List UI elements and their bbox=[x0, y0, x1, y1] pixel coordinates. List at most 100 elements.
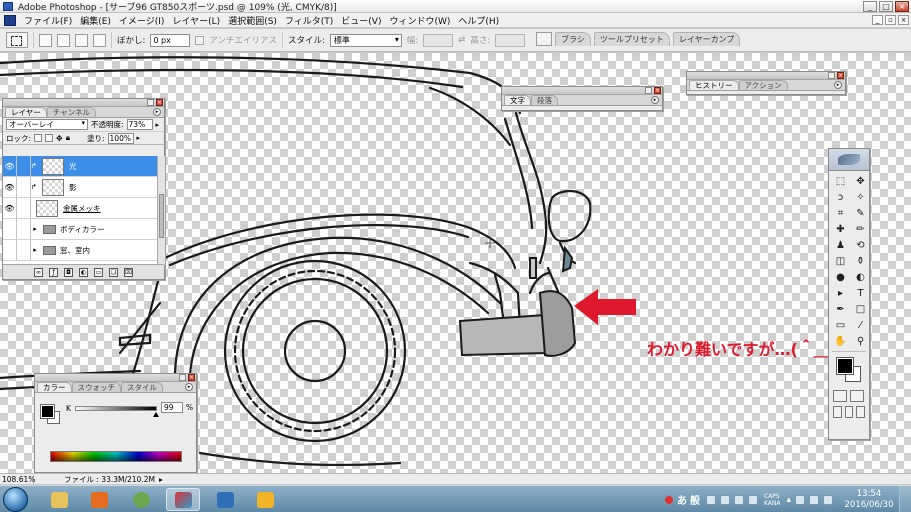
tool-preset-picker[interactable] bbox=[6, 32, 28, 48]
tab-layers[interactable]: レイヤー bbox=[5, 107, 47, 117]
magic-wand-icon[interactable]: ✧ bbox=[852, 190, 869, 205]
ime-conversion[interactable]: 般 bbox=[690, 492, 700, 507]
palette-close-button[interactable]: × bbox=[156, 99, 163, 106]
add-selection-button[interactable] bbox=[57, 33, 70, 47]
tab-history[interactable]: ヒストリー bbox=[689, 80, 739, 90]
file-browser-icon[interactable] bbox=[536, 32, 552, 46]
zoom-level[interactable]: 108.61% bbox=[0, 474, 35, 484]
ime-icon[interactable] bbox=[663, 494, 674, 505]
palette-titlebar[interactable]: × bbox=[502, 87, 662, 95]
new-layer-icon[interactable]: ❏ bbox=[109, 267, 118, 277]
menu-help[interactable]: ヘルプ(H) bbox=[454, 14, 503, 27]
eye-icon[interactable]: 👁︎ bbox=[3, 156, 17, 177]
layer-mask-icon[interactable]: ◘ bbox=[64, 267, 73, 277]
k-slider-handle[interactable] bbox=[153, 412, 160, 417]
new-selection-button[interactable] bbox=[39, 33, 52, 47]
tab-color[interactable]: カラー bbox=[37, 382, 72, 392]
new-group-icon[interactable]: ▭ bbox=[94, 267, 103, 277]
fill-input[interactable]: 100% bbox=[107, 132, 134, 144]
marquee-icon[interactable]: ⬚ bbox=[832, 174, 849, 189]
intersect-selection-button[interactable] bbox=[93, 33, 106, 47]
dodge-icon[interactable]: ◐ bbox=[852, 270, 869, 285]
expand-triangle-icon[interactable]: ▸ bbox=[31, 246, 39, 254]
layer-group-row[interactable]: ▸ ボディカラー bbox=[3, 218, 157, 240]
layer-group-row[interactable]: ▸ 窓、室内 bbox=[3, 239, 157, 261]
screen-mode-full-menu-button[interactable] bbox=[844, 406, 854, 418]
palette-menu-icon[interactable]: ▸ bbox=[834, 81, 842, 89]
width-input[interactable] bbox=[423, 33, 454, 47]
crop-icon[interactable]: ⌗ bbox=[832, 206, 849, 221]
eye-cell-empty[interactable] bbox=[3, 239, 17, 261]
show-desktop-button[interactable] bbox=[899, 486, 911, 512]
bucket-icon[interactable]: ⚱ bbox=[852, 254, 869, 269]
standard-mode-button[interactable] bbox=[833, 390, 847, 402]
palette-close-button[interactable]: × bbox=[654, 87, 661, 94]
doc-minimize-button[interactable]: _ bbox=[872, 15, 883, 25]
tab-paragraph[interactable]: 段落 bbox=[531, 95, 558, 105]
palette-menu-icon[interactable]: ▸ bbox=[651, 96, 659, 104]
feather-input[interactable]: 0 px bbox=[150, 33, 191, 47]
layer-row[interactable]: 👁︎ ↱ 光 bbox=[3, 156, 157, 177]
tab-swatches[interactable]: スウォッチ bbox=[71, 382, 121, 392]
menu-layer[interactable]: レイヤー(L) bbox=[168, 14, 224, 27]
palette-titlebar[interactable]: × bbox=[3, 99, 164, 107]
color-ramp[interactable] bbox=[50, 451, 182, 462]
tab-channels[interactable]: チャンネル bbox=[46, 107, 97, 117]
menu-edit[interactable]: 編集(E) bbox=[76, 14, 115, 27]
doc-restore-button[interactable]: ▫ bbox=[885, 15, 896, 25]
link-layers-icon[interactable]: ∞ bbox=[34, 267, 43, 277]
hand-icon[interactable]: ✋ bbox=[832, 334, 849, 349]
brush-icon[interactable]: ✏ bbox=[852, 222, 869, 237]
foreground-color-swatch[interactable] bbox=[836, 357, 854, 375]
photoshop-menu-icon[interactable] bbox=[4, 14, 16, 26]
ime-bar[interactable]: あ 般 bbox=[658, 492, 700, 507]
palette-minimize-button[interactable] bbox=[645, 87, 652, 94]
layer-row[interactable]: 👁︎ 金属メッキ bbox=[3, 197, 157, 219]
ime-mode[interactable]: あ bbox=[677, 492, 687, 507]
lock-image-icon[interactable] bbox=[45, 134, 54, 142]
menu-image[interactable]: イメージ(I) bbox=[115, 14, 169, 27]
subtract-selection-button[interactable] bbox=[75, 33, 88, 47]
menu-filter[interactable]: フィルタ(T) bbox=[281, 14, 337, 27]
screen-mode-full-button[interactable] bbox=[856, 406, 866, 418]
style-select[interactable]: 標準 bbox=[329, 33, 402, 47]
history-brush-icon[interactable]: ⟲ bbox=[852, 238, 869, 253]
layer-scrollbar[interactable] bbox=[157, 156, 165, 265]
tray-icon[interactable] bbox=[705, 494, 716, 505]
adjustment-layer-icon[interactable]: ◐ bbox=[79, 267, 88, 277]
eraser-icon[interactable]: ◫ bbox=[832, 254, 849, 269]
blur-icon[interactable]: ● bbox=[832, 270, 849, 285]
chevron-up-icon[interactable]: ▴ bbox=[786, 495, 791, 505]
antialias-checkbox[interactable] bbox=[195, 35, 205, 45]
expand-triangle-icon[interactable]: ▸ bbox=[31, 225, 39, 233]
swap-icon[interactable]: ⇄ bbox=[458, 35, 465, 45]
taskbar-media-player[interactable] bbox=[82, 488, 116, 511]
minimize-button[interactable]: _ bbox=[863, 1, 877, 12]
opacity-slider-icon[interactable]: ▸ bbox=[156, 121, 160, 129]
layer-style-icon[interactable]: ƒ bbox=[49, 267, 58, 277]
eye-cell-empty[interactable] bbox=[3, 218, 17, 240]
screen-mode-standard-button[interactable] bbox=[833, 406, 842, 418]
slice-icon[interactable]: ✎ bbox=[852, 206, 869, 221]
opacity-input[interactable]: 73% bbox=[126, 119, 153, 130]
palette-titlebar[interactable]: × bbox=[687, 72, 845, 80]
scroll-thumb[interactable] bbox=[159, 194, 164, 238]
volume-icon[interactable] bbox=[823, 494, 833, 505]
palette-menu-icon[interactable]: ▸ bbox=[153, 108, 161, 116]
taskbar-app-star[interactable] bbox=[248, 488, 282, 511]
move-icon[interactable]: ✥ bbox=[852, 174, 869, 189]
layer-row[interactable]: 👁︎ ↱ 影 bbox=[3, 176, 157, 198]
foreground-color-swatch[interactable] bbox=[40, 404, 55, 419]
path-select-icon[interactable]: ▸ bbox=[832, 286, 849, 301]
status-menu-icon[interactable]: ▸ bbox=[159, 475, 163, 484]
palette-close-button[interactable]: × bbox=[837, 72, 844, 79]
lock-all-icon[interactable]: 🔒︎ bbox=[66, 133, 70, 143]
tab-character[interactable]: 文字 bbox=[504, 95, 531, 105]
trash-icon[interactable]: ⌧ bbox=[124, 267, 133, 277]
taskbar-explorer[interactable] bbox=[42, 488, 76, 511]
eye-icon[interactable]: 👁︎ bbox=[3, 176, 17, 198]
lock-transparency-icon[interactable] bbox=[34, 134, 43, 142]
menu-select[interactable]: 選択範囲(S) bbox=[224, 14, 281, 27]
well-tab-layer-comps[interactable]: レイヤーカンプ bbox=[672, 32, 741, 46]
tray-icon[interactable] bbox=[747, 494, 758, 505]
